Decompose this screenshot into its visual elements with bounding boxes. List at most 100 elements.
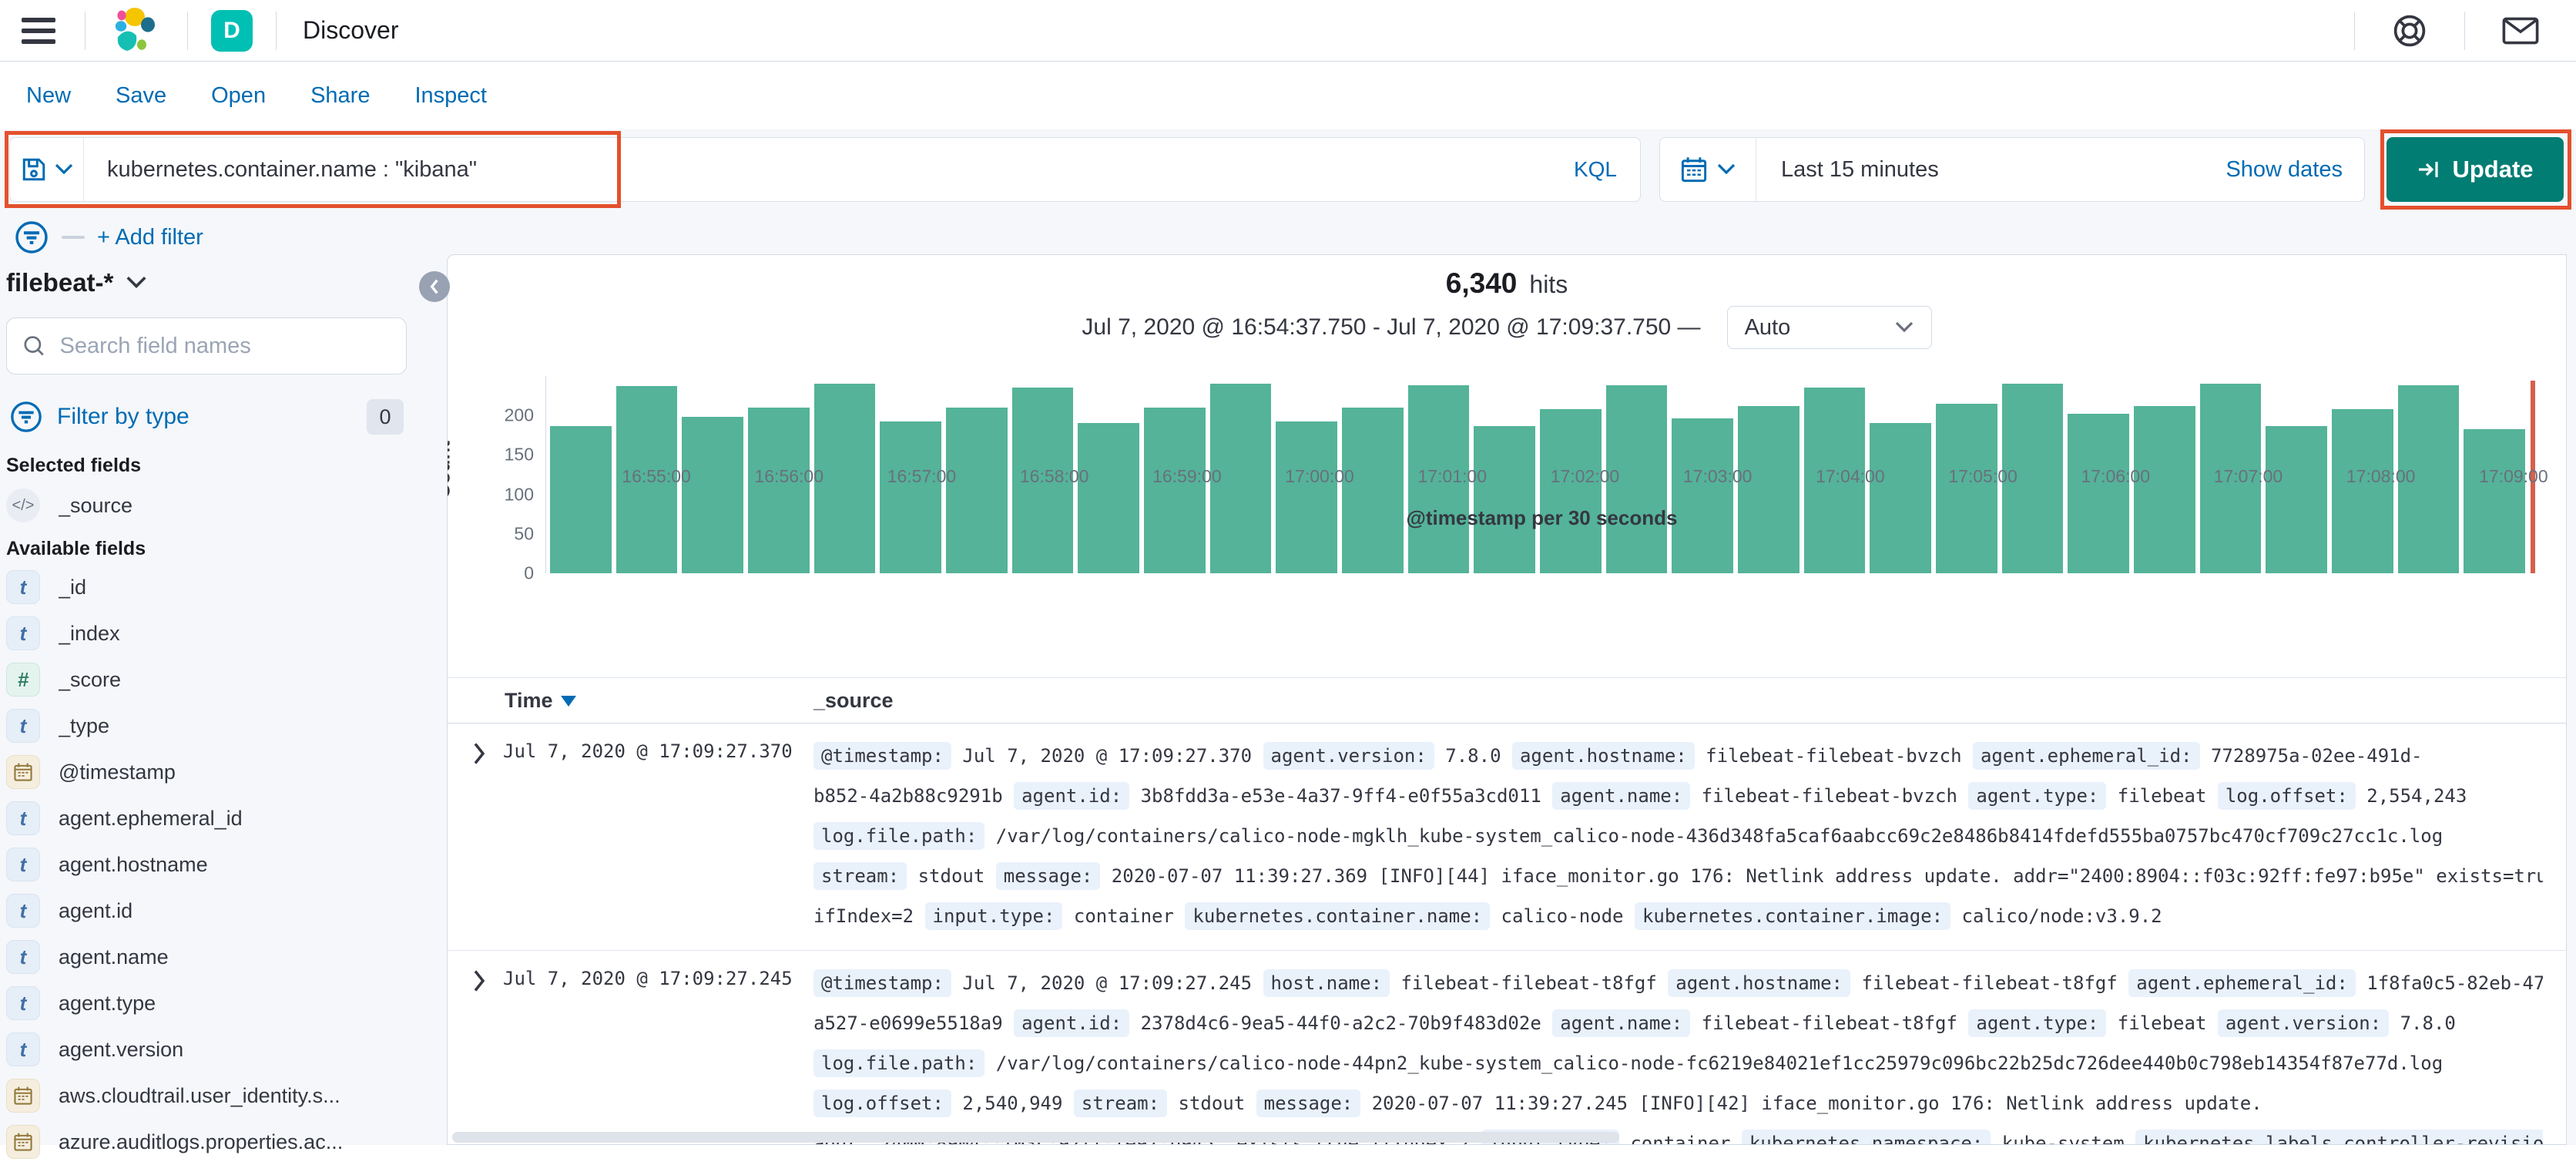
expand-row-icon[interactable] bbox=[471, 742, 488, 765]
nav-link-save[interactable]: Save bbox=[116, 83, 166, 109]
source-line: @timestamp: Jul 7, 2020 @ 17:09:27.245 h… bbox=[813, 963, 2543, 1003]
field-key-badge: stream: bbox=[1073, 1089, 1168, 1117]
field-name: _source bbox=[59, 493, 133, 517]
x-axis-tick-17:00:00: 17:00:00 bbox=[1285, 466, 1354, 486]
add-filter-link[interactable]: + Add filter bbox=[97, 225, 203, 250]
space-badge[interactable]: D bbox=[211, 9, 253, 52]
histogram-bar-17:03:30[interactable] bbox=[1738, 405, 1800, 573]
help-icon[interactable] bbox=[2355, 13, 2464, 49]
nav-link-share[interactable]: Share bbox=[310, 83, 370, 109]
time-range-label[interactable]: Last 15 minutes bbox=[1756, 157, 1939, 183]
divider bbox=[62, 236, 85, 239]
histogram-bar-16:57:00[interactable] bbox=[880, 421, 942, 573]
histogram-bar-17:03:00[interactable] bbox=[1672, 418, 1734, 573]
elastic-logo[interactable] bbox=[86, 6, 187, 55]
histogram-bar-16:57:30[interactable] bbox=[946, 407, 1008, 573]
filter-settings-icon[interactable] bbox=[14, 220, 49, 255]
time-column-header[interactable]: Time bbox=[505, 689, 576, 713]
field-name: _id bbox=[59, 575, 87, 599]
menu-icon[interactable] bbox=[22, 17, 55, 44]
nav-link-new[interactable]: New bbox=[26, 83, 71, 109]
collapse-sidebar-button[interactable] bbox=[419, 271, 450, 302]
query-input[interactable]: kubernetes.container.name : "kibana" bbox=[84, 157, 1551, 183]
update-button[interactable]: Update bbox=[2386, 137, 2564, 202]
x-axis-tick-17:05:00: 17:05:00 bbox=[1948, 466, 2018, 486]
available-fields-heading: Available fields bbox=[6, 538, 146, 559]
field-key-badge: agent.version: bbox=[2217, 1009, 2390, 1037]
chevron-down-icon bbox=[1895, 321, 1913, 333]
field-name: @timestamp bbox=[59, 760, 176, 784]
date-field-icon bbox=[6, 755, 40, 789]
histogram-bar-16:59:00[interactable] bbox=[1144, 407, 1206, 573]
histogram-bar-16:54:30[interactable] bbox=[550, 425, 612, 573]
field-key-badge: host.name: bbox=[1263, 969, 1390, 997]
histogram-bar-17:06:30[interactable] bbox=[2134, 405, 2195, 573]
results-table-header: Time _source bbox=[448, 677, 2566, 724]
histogram-bar-17:01:30[interactable] bbox=[1474, 425, 1536, 573]
field-item-@timestamp[interactable]: @timestamp bbox=[6, 749, 424, 795]
save-query-button[interactable] bbox=[10, 138, 84, 201]
field-item-azure.auditlogs.properties.ac...[interactable]: azure.auditlogs.properties.ac... bbox=[6, 1119, 424, 1165]
filter-by-type-link[interactable]: Filter by type bbox=[57, 404, 190, 430]
expand-row-icon[interactable] bbox=[471, 969, 488, 992]
histogram-bar-17:07:30[interactable] bbox=[2266, 425, 2328, 573]
field-name: agent.id bbox=[59, 898, 133, 922]
field-key-badge: kubernetes.container.name: bbox=[1185, 902, 1491, 930]
field-item-_source[interactable]: </> _source bbox=[6, 482, 424, 529]
field-item-agent.id[interactable]: t agent.id bbox=[6, 888, 424, 934]
field-item-_score[interactable]: # _score bbox=[6, 656, 424, 703]
field-item-_id[interactable]: t _id bbox=[6, 564, 424, 610]
field-name: _index bbox=[59, 621, 120, 645]
histogram-bar-17:00:00[interactable] bbox=[1276, 421, 1338, 573]
date-picker: Last 15 minutes Show dates bbox=[1659, 137, 2365, 202]
kql-button[interactable]: KQL bbox=[1551, 157, 1640, 182]
field-item-agent.version[interactable]: t agent.version bbox=[6, 1026, 424, 1073]
field-item-agent.ephemeral_id[interactable]: t agent.ephemeral_id bbox=[6, 795, 424, 841]
field-item-_index[interactable]: t _index bbox=[6, 610, 424, 656]
field-item-_type[interactable]: t _type bbox=[6, 703, 424, 749]
field-item-agent.name[interactable]: t agent.name bbox=[6, 934, 424, 980]
field-item-aws.cloudtrail.user_identity.s...[interactable]: aws.cloudtrail.user_identity.s... bbox=[6, 1073, 424, 1119]
histogram-bar-17:04:30[interactable] bbox=[1870, 423, 1932, 573]
field-search-input[interactable] bbox=[59, 333, 391, 359]
field-search-box bbox=[6, 317, 407, 374]
row-time: Jul 7, 2020 @ 17:09:27.245 bbox=[503, 968, 793, 989]
histogram-bar-17:09:00[interactable] bbox=[2464, 428, 2526, 573]
field-item-agent.hostname[interactable]: t agent.hostname bbox=[6, 841, 424, 888]
field-item-agent.type[interactable]: t agent.type bbox=[6, 980, 424, 1026]
histogram-bar-16:58:30[interactable] bbox=[1078, 423, 1140, 573]
histogram-bar-17:08:00[interactable] bbox=[2332, 409, 2393, 573]
index-pattern-name: filebeat-* bbox=[6, 268, 114, 297]
horizontal-scrollbar[interactable] bbox=[452, 1132, 1619, 1143]
nav-link-open[interactable]: Open bbox=[211, 83, 266, 109]
discover-main-panel: 6,340 hits Jul 7, 2020 @ 16:54:37.750 - … bbox=[447, 254, 2567, 1145]
time-column-label: Time bbox=[505, 689, 553, 712]
save-icon bbox=[22, 158, 45, 181]
field-name: agent.ephemeral_id bbox=[59, 806, 243, 830]
y-axis-tick-200: 200 bbox=[504, 405, 534, 425]
newsfeed-icon[interactable] bbox=[2465, 15, 2576, 46]
date-picker-calendar-button[interactable] bbox=[1660, 138, 1756, 201]
x-axis-tick-17:08:00: 17:08:00 bbox=[2346, 466, 2416, 486]
histogram-bar-16:56:00[interactable] bbox=[748, 407, 810, 573]
x-axis-title: @timestamp per 30 seconds bbox=[1406, 506, 1678, 529]
field-key-badge: agent.id: bbox=[1014, 782, 1130, 810]
histogram-bar-17:02:00[interactable] bbox=[1540, 409, 1602, 573]
x-axis-tick-16:58:00: 16:58:00 bbox=[1019, 466, 1089, 486]
field-key-badge: agent.type: bbox=[1968, 782, 2107, 810]
selected-fields-list: </> _source bbox=[6, 482, 424, 529]
nav-link-inspect[interactable]: Inspect bbox=[414, 83, 487, 109]
interval-select[interactable]: Auto bbox=[1726, 306, 1932, 349]
hits-count: 6,340 bbox=[1445, 267, 1518, 299]
field-name: _score bbox=[59, 667, 122, 691]
query-bar: kubernetes.container.name : "kibana" KQL bbox=[9, 137, 1641, 202]
show-dates-link[interactable]: Show dates bbox=[2225, 157, 2364, 183]
source-line: @timestamp: Jul 7, 2020 @ 17:09:27.370 a… bbox=[813, 736, 2543, 776]
time-range-subtitle: Jul 7, 2020 @ 16:54:37.750 - Jul 7, 2020… bbox=[1082, 314, 1701, 340]
index-pattern-selector[interactable]: filebeat-* bbox=[6, 268, 147, 297]
field-key-badge: agent.type: bbox=[1968, 1009, 2107, 1037]
histogram-bar-17:00:30[interactable] bbox=[1342, 407, 1404, 573]
search-icon bbox=[24, 336, 44, 356]
histogram-bar-17:06:00[interactable] bbox=[2068, 414, 2130, 573]
histogram-bar-16:55:30[interactable] bbox=[682, 417, 744, 573]
